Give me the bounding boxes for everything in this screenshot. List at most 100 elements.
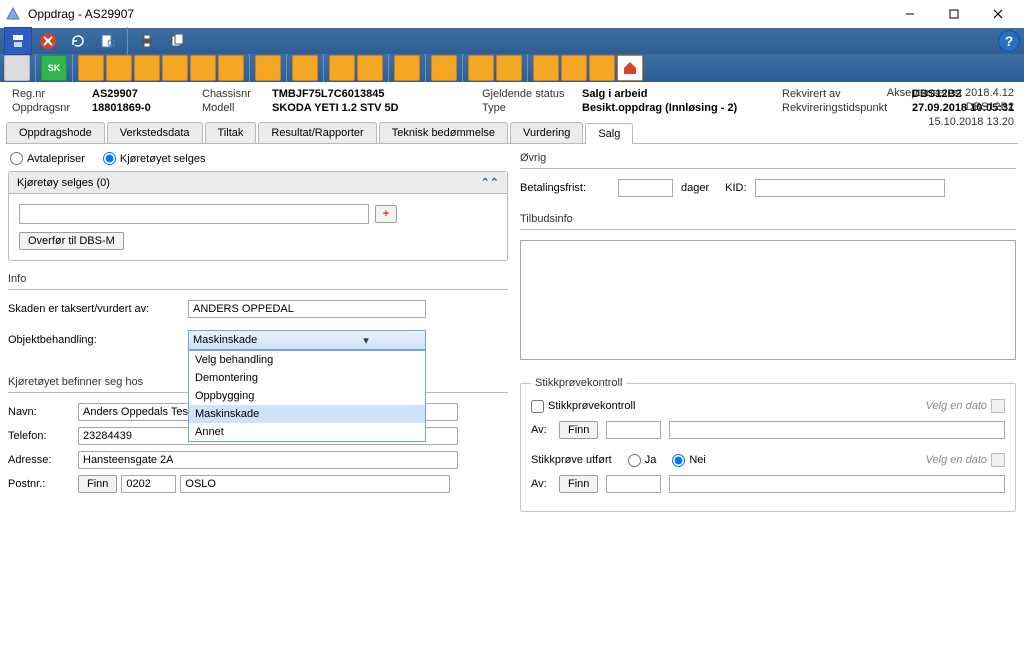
tool-btn-14[interactable] <box>468 55 494 81</box>
print-icon[interactable] <box>133 27 161 55</box>
betalingsfrist-input[interactable] <box>618 179 673 197</box>
av-name-2[interactable] <box>669 475 1005 493</box>
combo-selected: Maskinskade <box>189 334 307 346</box>
tab-verkstedsdata[interactable]: Verkstedsdata <box>107 122 203 143</box>
selges-search-input[interactable] <box>19 204 369 224</box>
tool-btn-18[interactable] <box>589 55 615 81</box>
finn-button-2[interactable]: Finn <box>559 475 598 493</box>
maximize-button[interactable] <box>932 0 976 28</box>
tab-resultat[interactable]: Resultat/Rapporter <box>258 122 376 143</box>
panel-selges-title: Kjøretøy selges (0) <box>17 177 110 189</box>
tool-btn-15[interactable] <box>496 55 522 81</box>
adresse-input[interactable] <box>78 451 458 469</box>
tool-btn-16[interactable] <box>533 55 559 81</box>
tool-btn-9[interactable] <box>292 55 318 81</box>
tool-btn-7[interactable] <box>218 55 244 81</box>
tool-btn-13[interactable] <box>431 55 457 81</box>
add-button[interactable]: + <box>375 205 397 223</box>
combo-opt-2[interactable]: Oppbygging <box>189 387 425 405</box>
radio-ja[interactable]: Ja <box>628 454 657 467</box>
minimize-button[interactable] <box>888 0 932 28</box>
av-name-1[interactable] <box>669 421 1005 439</box>
date-picker-1[interactable]: Velg en dato <box>926 399 1005 413</box>
objektbehandling-combo[interactable]: Maskinskade ▾ Velg behandling Demonterin… <box>188 330 426 350</box>
postnr-label: Postnr.: <box>8 478 78 490</box>
tool-btn-3[interactable] <box>106 55 132 81</box>
overfor-dbsm-button[interactable]: Overfør til DBS-M <box>19 232 124 250</box>
radio-selges[interactable]: Kjøretøyet selges <box>103 152 206 165</box>
combo-opt-3[interactable]: Maskinskade <box>189 405 425 423</box>
collapse-icon[interactable]: ⌃⌃ <box>481 176 499 189</box>
footer-meta: Akseptansetest 2018.4.12 DBS12B2 15.10.2… <box>887 86 1014 129</box>
combo-opt-4[interactable]: Annet <box>189 423 425 441</box>
chassisnr-value: TMBJF75L7C6013845 <box>272 88 482 100</box>
panel-kjoretoy-selges: Kjøretøy selges (0) ⌃⌃ + Overfør til DBS… <box>8 171 508 261</box>
copy-icon[interactable] <box>163 27 191 55</box>
meta-line-3: 15.10.2018 13.20 <box>887 115 1014 129</box>
objektbehandling-dropdown: Velg behandling Demontering Oppbygging M… <box>188 350 426 442</box>
stikkprove-checkbox[interactable]: Stikkprøvekontroll <box>531 400 635 413</box>
utfort-label: Stikkprøve utført <box>531 454 612 466</box>
kid-label: KID: <box>725 182 746 194</box>
telefon-label: Telefon: <box>8 430 78 442</box>
tool-btn-4[interactable] <box>134 55 160 81</box>
titlebar: Oppdrag - AS29907 <box>0 0 1024 28</box>
tilbudsinfo-textarea[interactable] <box>520 240 1016 360</box>
tab-oppdragshode[interactable]: Oppdragshode <box>6 122 105 143</box>
navn-label: Navn: <box>8 406 78 418</box>
toolbar-top: ? <box>0 28 1024 54</box>
window-title: Oppdrag - AS29907 <box>28 7 888 21</box>
search-doc-icon[interactable] <box>94 27 122 55</box>
tool-btn-11[interactable] <box>357 55 383 81</box>
tool-btn-sk[interactable]: SK <box>41 55 67 81</box>
kid-input[interactable] <box>755 179 945 197</box>
tool-btn-8[interactable] <box>255 55 281 81</box>
finn-button-1[interactable]: Finn <box>559 421 598 439</box>
tool-btn-6[interactable] <box>190 55 216 81</box>
av-code-2[interactable] <box>606 475 661 493</box>
tool-btn-17[interactable] <box>561 55 587 81</box>
tab-vurdering[interactable]: Vurdering <box>510 122 583 143</box>
radio-avtalepriser[interactable]: Avtalepriser <box>10 152 85 165</box>
close-button[interactable] <box>976 0 1020 28</box>
help-icon[interactable]: ? <box>998 30 1020 52</box>
tool-btn-2[interactable] <box>78 55 104 81</box>
cancel-icon[interactable] <box>34 27 62 55</box>
tool-btn-10[interactable] <box>329 55 355 81</box>
chevron-down-icon: ▾ <box>307 334 425 347</box>
poststed-input[interactable] <box>180 475 450 493</box>
combo-opt-1[interactable]: Demontering <box>189 369 425 387</box>
betalingsfrist-label: Betalingsfrist: <box>520 182 610 194</box>
tilbudsinfo-title: Tilbudsinfo <box>520 211 1016 230</box>
taksert-input[interactable] <box>188 300 426 318</box>
gjeldende-status-label: Gjeldende status <box>482 88 582 100</box>
tabbar: Oppdragshode Verkstedsdata Tiltak Result… <box>6 122 1018 144</box>
tool-btn-19[interactable] <box>617 55 643 81</box>
toolbar-bottom: SK <box>0 54 1024 82</box>
av-label-1: Av: <box>531 424 551 436</box>
stikkprove-fieldset: Stikkprøvekontroll Stikkprøvekontroll Ve… <box>520 377 1016 512</box>
radio-nei[interactable]: Nei <box>672 454 706 467</box>
regnr-value: AS29907 <box>92 88 202 100</box>
tab-teknisk[interactable]: Teknisk bedømmelse <box>379 122 508 143</box>
tool-btn-1[interactable] <box>4 55 30 81</box>
postnr-input[interactable] <box>121 475 176 493</box>
tab-tiltak[interactable]: Tiltak <box>205 122 257 143</box>
app-icon <box>4 5 22 23</box>
tool-btn-5[interactable] <box>162 55 188 81</box>
postnr-finn-button[interactable]: Finn <box>78 475 117 493</box>
calendar-icon <box>991 399 1005 413</box>
oppdragsnr-label: Oppdragsnr <box>12 102 92 114</box>
av-code-1[interactable] <box>606 421 661 439</box>
tab-salg[interactable]: Salg <box>585 123 633 144</box>
save-icon[interactable] <box>4 27 32 55</box>
combo-opt-0[interactable]: Velg behandling <box>189 351 425 369</box>
meta-line-1: Akseptansetest 2018.4.12 <box>887 86 1014 100</box>
refresh-icon[interactable] <box>64 27 92 55</box>
stikkprove-legend: Stikkprøvekontroll <box>531 377 626 389</box>
regnr-label: Reg.nr <box>12 88 92 100</box>
info-section-title: Info <box>8 271 508 290</box>
calendar-icon-2 <box>991 453 1005 467</box>
tool-btn-12[interactable] <box>394 55 420 81</box>
date-picker-2[interactable]: Velg en dato <box>926 453 1005 467</box>
